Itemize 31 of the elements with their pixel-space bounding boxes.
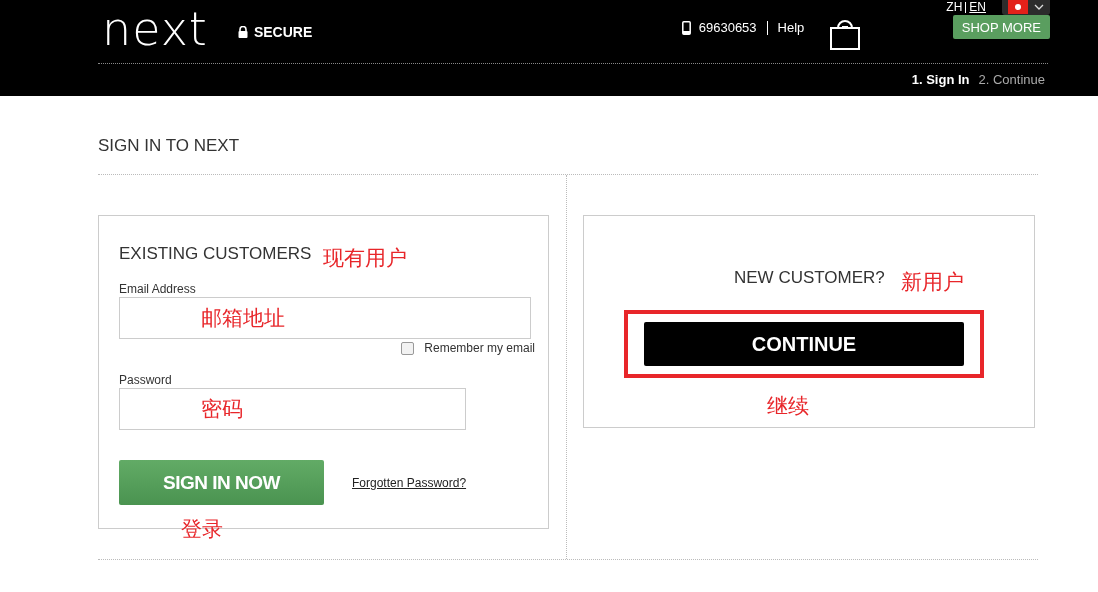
chevron-down-icon <box>1034 4 1044 10</box>
field-label: Email Address <box>119 282 197 296</box>
flag-icon <box>1008 0 1028 14</box>
annotation-text: 现有用户 <box>323 245 408 272</box>
page-title: SIGN IN TO NEXT <box>98 135 241 157</box>
checkbox-label: Remember my email <box>424 341 535 355</box>
annotation-text: 登录 <box>181 516 223 543</box>
annotation-text: 继续 <box>767 393 809 420</box>
region-selector[interactable] <box>1002 0 1050 15</box>
phone-icon <box>681 20 691 35</box>
logo[interactable]: next <box>102 5 208 52</box>
section-heading: NEW CUSTOMER? <box>734 268 885 288</box>
checkout-step: 1. Sign In <box>911 72 970 87</box>
language-link[interactable]: ZH <box>946 1 963 13</box>
checkout-step: 2. Continue <box>978 72 1045 87</box>
password-field[interactable] <box>119 388 466 430</box>
email-field[interactable] <box>119 297 531 339</box>
annotation-text: 新用户 <box>900 269 964 296</box>
field-label: Password <box>119 373 173 387</box>
annotation-text: 密码 <box>201 396 243 423</box>
continue-button[interactable]: CONTINUE <box>644 322 964 366</box>
annotation-text: 邮箱地址 <box>201 305 285 332</box>
language-link[interactable]: EN <box>969 1 986 13</box>
forgot-password-link[interactable]: Forgotten Password? <box>352 475 467 490</box>
lock-icon <box>237 25 248 38</box>
phone-number[interactable]: 69630653 <box>698 20 757 35</box>
section-heading: EXISTING CUSTOMERS <box>119 244 312 264</box>
help-link[interactable]: Help <box>777 20 805 35</box>
secure-label: SECURE <box>253 23 313 40</box>
remember-checkbox[interactable] <box>401 341 415 355</box>
shopping-bag-icon[interactable] <box>830 17 861 50</box>
